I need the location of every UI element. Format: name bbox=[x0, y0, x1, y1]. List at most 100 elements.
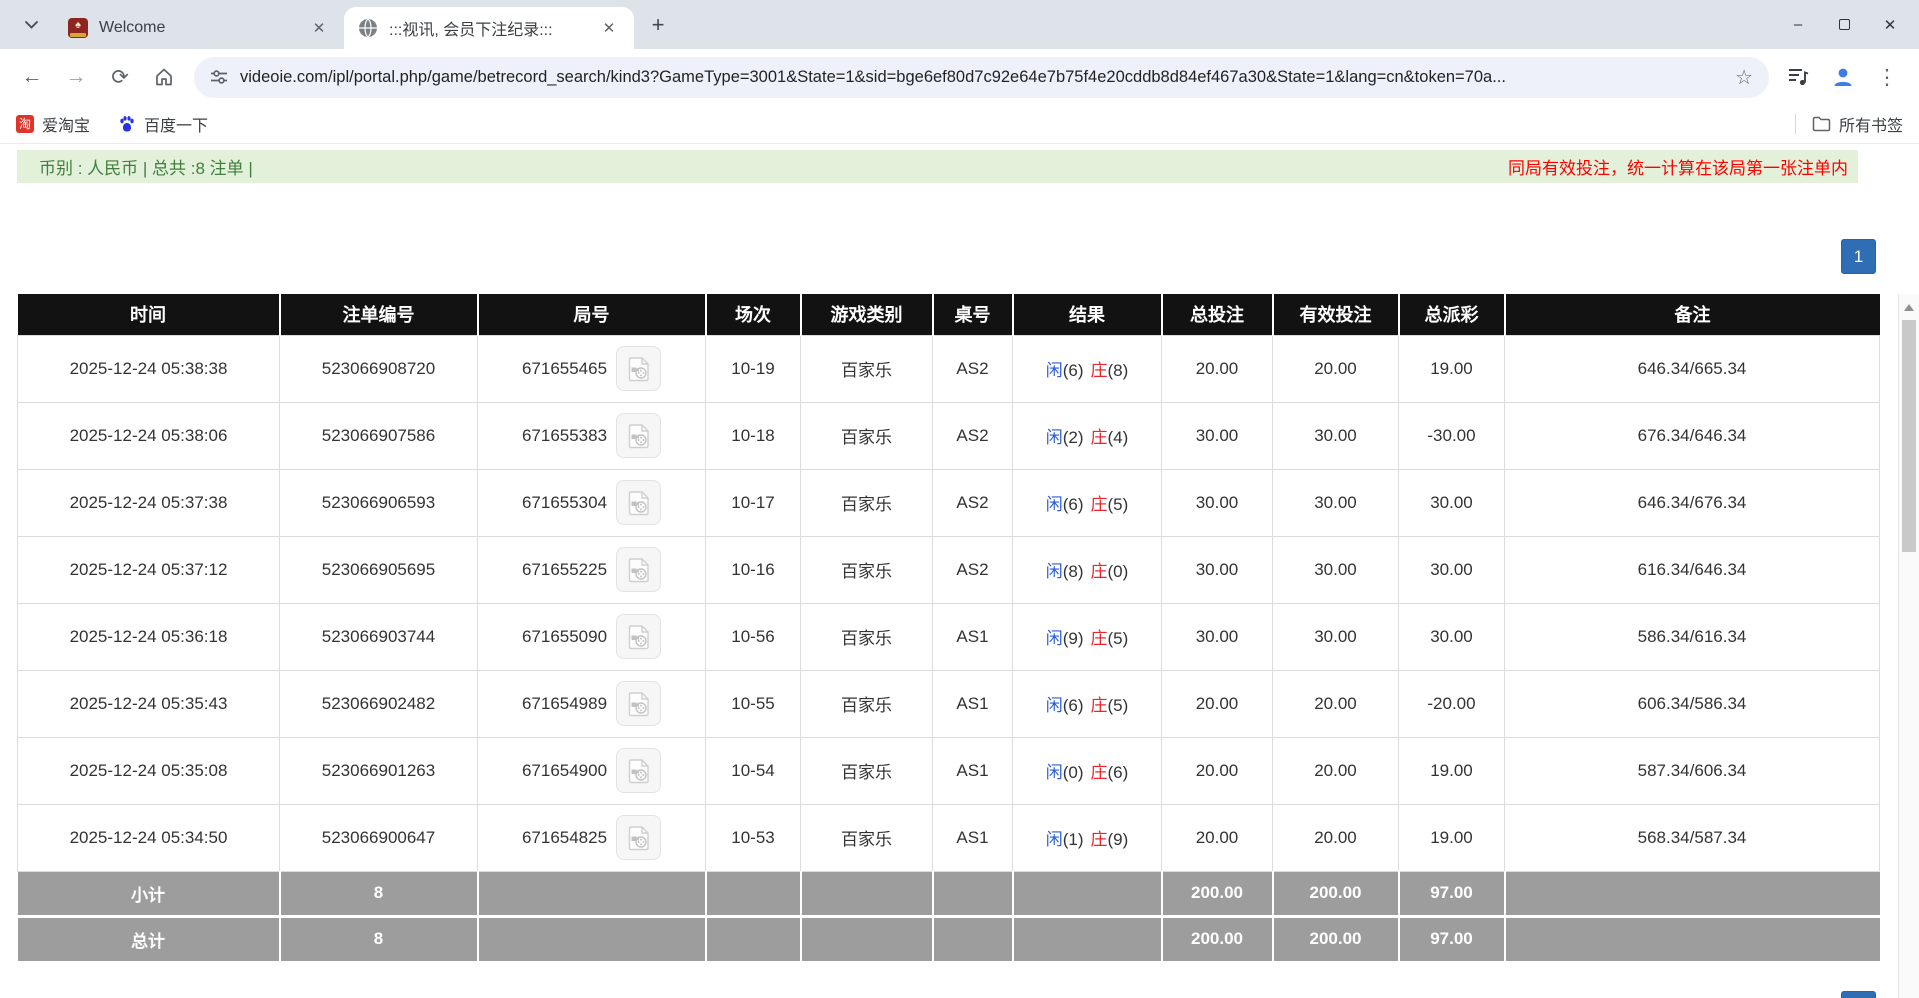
table-row: 2025-12-24 05:36:18 523066903744 6716550… bbox=[18, 603, 1880, 670]
cell-time: 2025-12-24 05:37:38 bbox=[18, 469, 280, 536]
cell-total-bet: 30.00 bbox=[1162, 402, 1273, 469]
cell-bet-id: 523066900647 bbox=[280, 804, 478, 871]
maximize-button[interactable] bbox=[1821, 0, 1867, 49]
reload-button[interactable]: ⟳ bbox=[101, 58, 139, 96]
subtotal-label: 小计 bbox=[18, 871, 280, 916]
player-result: 闲 bbox=[1046, 629, 1063, 648]
video-replay-button[interactable] bbox=[616, 815, 661, 860]
cell-game-type: 百家乐 bbox=[801, 804, 933, 871]
url-text[interactable]: videoie.com/ipl/portal.php/game/betrecor… bbox=[240, 68, 1725, 87]
video-replay-button[interactable] bbox=[616, 748, 661, 793]
chevron-down-icon bbox=[25, 21, 38, 29]
cell-valid-bet: 30.00 bbox=[1273, 469, 1399, 536]
col-result: 结果 bbox=[1013, 294, 1162, 335]
round-id: 671654900 bbox=[522, 761, 607, 781]
cell-payout: 30.00 bbox=[1399, 536, 1505, 603]
forward-button[interactable]: → bbox=[57, 58, 95, 96]
tab-close-icon[interactable]: ✕ bbox=[308, 17, 330, 39]
video-replay-button[interactable] bbox=[616, 614, 661, 659]
cell-result: 闲(8)庄(0) bbox=[1013, 536, 1162, 603]
total-label: 总计 bbox=[18, 916, 280, 961]
cell-remark: 616.34/646.34 bbox=[1505, 536, 1880, 603]
address-bar[interactable]: videoie.com/ipl/portal.php/game/betrecor… bbox=[194, 57, 1769, 98]
cell-bet-id: 523066906593 bbox=[280, 469, 478, 536]
scrollbar-thumb[interactable] bbox=[1902, 320, 1916, 552]
tab-close-icon[interactable]: ✕ bbox=[598, 17, 620, 39]
browser-menu-button[interactable]: ⋮ bbox=[1868, 58, 1906, 96]
cell-bet-id: 523066901263 bbox=[280, 737, 478, 804]
col-table-no: 桌号 bbox=[933, 294, 1013, 335]
video-replay-button[interactable] bbox=[616, 547, 661, 592]
table-row: 2025-12-24 05:35:08 523066901263 6716549… bbox=[18, 737, 1880, 804]
cell-game-type: 百家乐 bbox=[801, 670, 933, 737]
video-file-icon bbox=[625, 556, 653, 584]
bookmark-taobao[interactable]: 淘 爱淘宝 bbox=[16, 112, 90, 136]
bookmark-baidu[interactable]: 百度一下 bbox=[118, 112, 208, 136]
table-row: 2025-12-24 05:37:12 523066905695 6716552… bbox=[18, 536, 1880, 603]
cell-valid-bet: 30.00 bbox=[1273, 536, 1399, 603]
tab-search-button[interactable] bbox=[18, 12, 44, 38]
round-id: 671654989 bbox=[522, 694, 607, 714]
cell-total-bet: 20.00 bbox=[1162, 804, 1273, 871]
total-row: 总计 8 200.00 200.00 97.00 bbox=[18, 916, 1880, 961]
video-file-icon bbox=[625, 824, 653, 852]
cell-round: 671655225 bbox=[478, 536, 706, 603]
cell-remark: 646.34/676.34 bbox=[1505, 469, 1880, 536]
cell-remark: 646.34/665.34 bbox=[1505, 335, 1880, 402]
cell-table-no: AS2 bbox=[933, 536, 1013, 603]
page-scrollbar[interactable] bbox=[1898, 294, 1919, 998]
subtotal-total-bet: 200.00 bbox=[1162, 871, 1273, 916]
cell-round: 671655090 bbox=[478, 603, 706, 670]
video-replay-button[interactable] bbox=[616, 346, 661, 391]
cell-total-bet: 30.00 bbox=[1162, 603, 1273, 670]
cell-round: 671655465 bbox=[478, 335, 706, 402]
tab-strip: ♠ Welcome ✕ :::视讯, 会员下注纪录::: ✕ + – ✕ bbox=[0, 0, 1919, 49]
cell-payout: 19.00 bbox=[1399, 804, 1505, 871]
cell-remark: 568.34/587.34 bbox=[1505, 804, 1880, 871]
cell-total-bet: 20.00 bbox=[1162, 335, 1273, 402]
cell-payout: 19.00 bbox=[1399, 335, 1505, 402]
col-session: 场次 bbox=[706, 294, 801, 335]
cell-time: 2025-12-24 05:35:43 bbox=[18, 670, 280, 737]
cell-total-bet: 30.00 bbox=[1162, 469, 1273, 536]
media-controls-button[interactable] bbox=[1780, 58, 1818, 96]
table-header: 时间 注单编号 局号 场次 游戏类别 桌号 结果 总投注 有效投注 总派彩 备注 bbox=[18, 294, 1880, 335]
cell-result: 闲(1)庄(9) bbox=[1013, 804, 1162, 871]
total-valid-bet: 200.00 bbox=[1273, 916, 1399, 961]
back-button[interactable]: ← bbox=[13, 58, 51, 96]
video-replay-button[interactable] bbox=[616, 480, 661, 525]
profile-avatar[interactable] bbox=[1824, 58, 1862, 96]
home-button[interactable] bbox=[145, 58, 183, 96]
minimize-button[interactable]: – bbox=[1775, 0, 1821, 49]
video-replay-button[interactable] bbox=[616, 681, 661, 726]
cell-session: 10-16 bbox=[706, 536, 801, 603]
close-button[interactable]: ✕ bbox=[1867, 0, 1913, 49]
page-1-button-bottom[interactable]: 1 bbox=[1841, 991, 1876, 998]
cell-remark: 606.34/586.34 bbox=[1505, 670, 1880, 737]
scroll-up-icon[interactable] bbox=[1899, 296, 1919, 318]
cell-table-no: AS2 bbox=[933, 402, 1013, 469]
banker-result: 庄 bbox=[1091, 495, 1108, 514]
player-result: 闲 bbox=[1046, 495, 1063, 514]
browser-toolbar: ← → ⟳ videoie.com/ipl/portal.php/game/be… bbox=[0, 49, 1919, 105]
video-file-icon bbox=[625, 623, 653, 651]
player-result: 闲 bbox=[1046, 428, 1063, 447]
tab-betrecord[interactable]: :::视讯, 会员下注纪录::: ✕ bbox=[344, 7, 634, 49]
site-settings-icon[interactable] bbox=[210, 68, 228, 86]
subtotal-row: 小计 8 200.00 200.00 97.00 bbox=[18, 871, 1880, 916]
table-row: 2025-12-24 05:34:50 523066900647 6716548… bbox=[18, 804, 1880, 871]
all-bookmarks-button[interactable]: 所有书签 bbox=[1812, 112, 1903, 136]
cell-bet-id: 523066905695 bbox=[280, 536, 478, 603]
tab-welcome[interactable]: ♠ Welcome ✕ bbox=[54, 7, 344, 49]
bookmarks-right: 所有书签 bbox=[1795, 112, 1903, 136]
cell-table-no: AS2 bbox=[933, 469, 1013, 536]
new-tab-button[interactable]: + bbox=[644, 11, 672, 39]
cell-time: 2025-12-24 05:35:08 bbox=[18, 737, 280, 804]
round-id: 671655090 bbox=[522, 627, 607, 647]
player-result: 闲 bbox=[1046, 361, 1063, 380]
page-1-button[interactable]: 1 bbox=[1841, 239, 1876, 274]
cell-bet-id: 523066902482 bbox=[280, 670, 478, 737]
table-row: 2025-12-24 05:38:38 523066908720 6716554… bbox=[18, 335, 1880, 402]
video-replay-button[interactable] bbox=[616, 413, 661, 458]
bookmark-star-icon[interactable]: ☆ bbox=[1735, 65, 1753, 90]
